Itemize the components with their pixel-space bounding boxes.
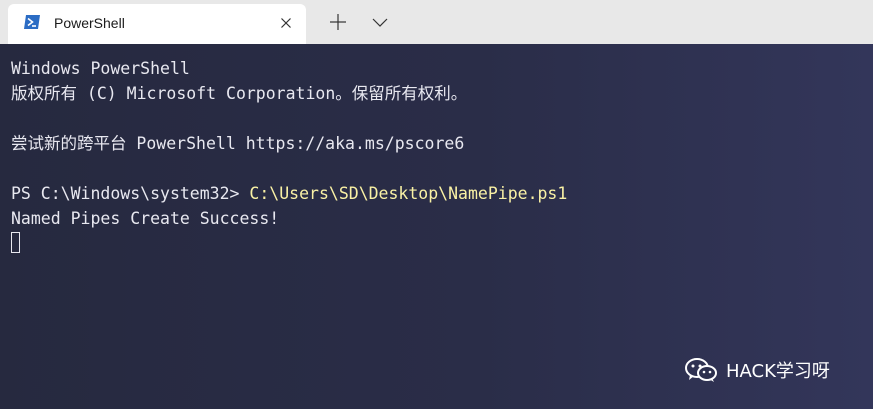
chevron-down-icon[interactable]: [368, 8, 392, 36]
plus-icon[interactable]: [326, 8, 350, 36]
watermark: HACK学习呀: [684, 357, 830, 383]
terminal-copyright-line: 版权所有 (C) Microsoft Corporation。保留所有权利。: [11, 84, 468, 103]
terminal-pscore-line: 尝试新的跨平台 PowerShell https://aka.ms/pscore…: [11, 134, 465, 153]
terminal-prompt: PS C:\Windows\system32>: [11, 184, 250, 203]
tab-title: PowerShell: [54, 15, 125, 31]
wechat-icon: [684, 357, 718, 383]
terminal-header-line: Windows PowerShell: [11, 59, 190, 78]
terminal-command: C:\Users\SD\Desktop\NamePipe.ps1: [249, 184, 568, 203]
watermark-text: HACK学习呀: [726, 361, 830, 382]
title-bar: PowerShell: [0, 0, 873, 44]
close-icon[interactable]: [278, 15, 294, 31]
powershell-icon: [23, 14, 41, 30]
terminal-prompt-line: PS C:\Windows\system32> C:\Users\SD\Desk…: [11, 183, 567, 205]
terminal-cursor: [11, 232, 20, 253]
tab-powershell[interactable]: PowerShell: [8, 4, 306, 44]
terminal-output-line: Named Pipes Create Success!: [11, 209, 280, 228]
terminal-pane[interactable]: Windows PowerShell 版权所有 (C) Microsoft Co…: [0, 44, 873, 409]
terminal-window: PowerShell Windows PowerShell 版权所有 (C) M…: [0, 0, 873, 409]
